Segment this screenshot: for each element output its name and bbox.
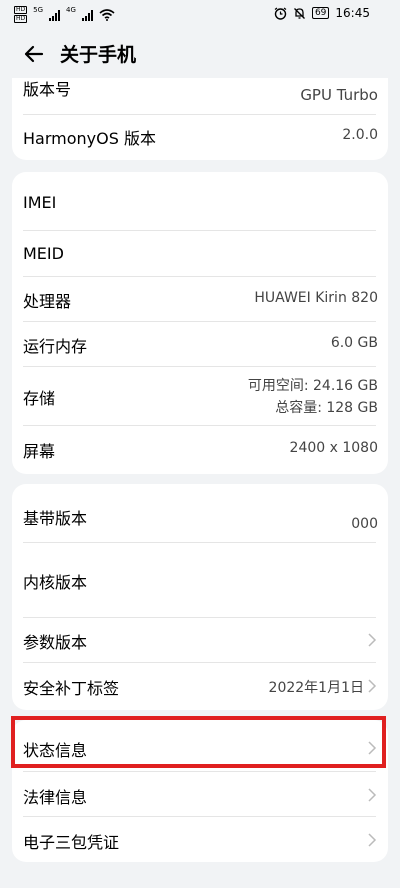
alarm-icon [274, 7, 287, 20]
row-processor[interactable]: 处理器 HUAWEI Kirin 820 [12, 277, 388, 321]
legal-info-label: 法律信息 [23, 788, 88, 807]
harmonyos-version-label: HarmonyOS 版本 [23, 129, 156, 148]
row-status-info[interactable]: 状态信息 [12, 720, 388, 768]
kernel-label: 内核版本 [23, 573, 88, 592]
chevron-right-icon [368, 679, 377, 693]
harmonyos-version-value: 2.0.0 [342, 127, 378, 143]
storage-label: 存储 [23, 389, 56, 408]
screen-value: 2400 x 1080 [289, 440, 378, 456]
row-kernel-version[interactable]: 内核版本 [12, 543, 388, 617]
storage-available: 可用空间: 24.16 GB [247, 378, 378, 394]
card-info: 状态信息 法律信息 电子三包凭证 [12, 720, 388, 862]
chevron-right-icon [368, 741, 377, 755]
security-patch-value: 2022年1月1日 [268, 680, 364, 696]
app-header: 关于手机 [0, 30, 400, 78]
row-harmonyos-version[interactable]: HarmonyOS 版本 2.0.0 [12, 115, 388, 159]
chevron-right-icon [368, 788, 377, 802]
processor-label: 处理器 [23, 292, 72, 311]
signal-icon-2 [81, 9, 93, 21]
sim-indicators: HD HD [14, 6, 28, 23]
row-legal-info[interactable]: 法律信息 [12, 772, 388, 816]
page-title: 关于手机 [60, 44, 137, 66]
processor-value: HUAWEI Kirin 820 [254, 290, 378, 306]
chevron-right-icon [368, 833, 377, 847]
version-value-line-2: GPU Turbo [300, 86, 378, 104]
settings-scroll-area[interactable]: 版本号 GPU Turbo HarmonyOS 版本 2.0.0 IMEI ME… [0, 78, 400, 888]
ram-label: 运行内存 [23, 337, 88, 356]
mute-bell-icon [293, 7, 305, 19]
screen-label: 屏幕 [23, 442, 56, 461]
row-version-number[interactable]: 版本号 GPU Turbo [12, 78, 388, 114]
card-version: 版本号 GPU Turbo HarmonyOS 版本 2.0.0 [12, 78, 388, 160]
row-e-warranty[interactable]: 电子三包凭证 [12, 817, 388, 861]
network-type-1: 5G [33, 6, 44, 14]
card-hardware: IMEI MEID 处理器 HUAWEI Kirin 820 运行内存 6.0 … [12, 172, 388, 474]
status-bar: HD HD 5G 4G 69 16:45 [0, 0, 400, 28]
parameter-version-label: 参数版本 [23, 633, 88, 652]
status-right: 69 16:45 [274, 6, 370, 20]
version-label: 版本号 [23, 80, 72, 99]
row-ram[interactable]: 运行内存 6.0 GB [12, 322, 388, 366]
battery-icon: 69 [311, 7, 330, 19]
sim1-hd-badge: HD [14, 6, 28, 14]
signal-icon-1 [49, 9, 61, 21]
ram-value: 6.0 GB [330, 335, 378, 351]
row-meid[interactable]: MEID [12, 231, 388, 276]
baseband-label: 基带版本 [23, 509, 88, 528]
e-warranty-label: 电子三包凭证 [23, 833, 120, 852]
status-left: HD HD 5G 4G [14, 6, 115, 23]
back-arrow-icon[interactable] [18, 38, 50, 70]
baseband-value: 000 [351, 516, 378, 532]
chevron-right-icon [368, 633, 377, 647]
clock: 16:45 [335, 6, 370, 20]
row-storage[interactable]: 存储 可用空间: 24.16 GB 总容量: 128 GB [12, 367, 388, 425]
row-parameter-version[interactable]: 参数版本 [12, 618, 388, 662]
status-info-label: 状态信息 [23, 741, 88, 760]
wifi-icon [99, 8, 115, 21]
security-patch-label: 安全补丁标签 [23, 679, 120, 698]
meid-label: MEID [23, 244, 64, 263]
row-baseband-version[interactable]: 基带版本 000 [12, 484, 388, 542]
card-software: 基带版本 000 内核版本 参数版本 安全补丁标签 2022年1月1日 [12, 484, 388, 710]
network-type-2: 4G [66, 6, 76, 14]
row-security-patch[interactable]: 安全补丁标签 2022年1月1日 [12, 663, 388, 709]
row-imei[interactable]: IMEI [12, 172, 388, 230]
row-screen[interactable]: 屏幕 2400 x 1080 [12, 426, 388, 472]
imei-label: IMEI [23, 193, 57, 212]
storage-total: 总容量: 128 GB [275, 400, 378, 416]
sim2-hd-badge: HD [14, 15, 28, 23]
